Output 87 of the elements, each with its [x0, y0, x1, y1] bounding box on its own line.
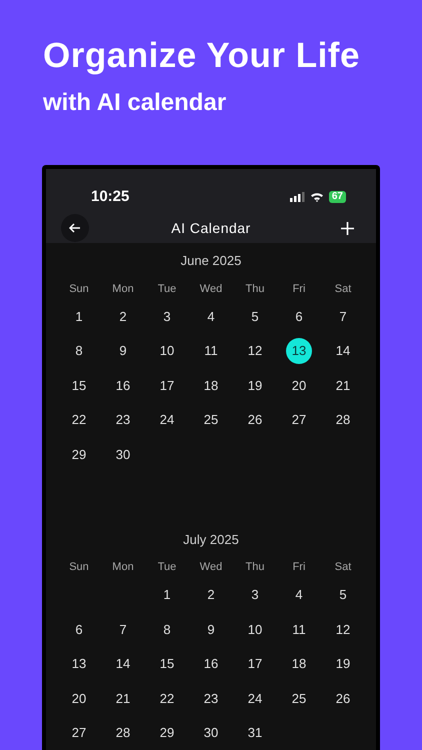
back-button[interactable] — [61, 214, 89, 242]
weekday-label: Wed — [200, 560, 222, 576]
weekday-label: Thu — [246, 282, 264, 297]
day-cell[interactable]: 27 — [66, 720, 92, 746]
day-cell[interactable]: 27 — [286, 406, 312, 433]
day-cell[interactable]: 28 — [110, 720, 136, 746]
day-cell[interactable]: 18 — [286, 650, 312, 677]
day-cell[interactable]: 1 — [66, 303, 92, 330]
status-time: 10:25 — [91, 186, 130, 207]
day-cell[interactable]: 15 — [66, 372, 92, 398]
day-cell[interactable]: 20 — [286, 372, 312, 398]
day-cell[interactable]: 23 — [110, 406, 136, 433]
day-cell[interactable]: 2 — [110, 303, 136, 330]
day-cell[interactable]: 17 — [242, 650, 268, 677]
plus-icon — [340, 222, 354, 234]
day-cell[interactable]: 10 — [242, 616, 268, 642]
day-cell[interactable]: 9 — [110, 338, 136, 364]
day-cell[interactable]: 4 — [286, 582, 312, 608]
day-cell[interactable]: 3 — [242, 582, 268, 608]
day-cell[interactable]: 8 — [66, 338, 92, 364]
day-cell[interactable]: 26 — [330, 685, 356, 712]
day-cell[interactable]: 9 — [198, 616, 224, 642]
day-cell[interactable]: 13 — [66, 650, 92, 677]
month-title: June 2025 — [180, 252, 242, 270]
day-cell[interactable]: 13 — [286, 338, 312, 364]
weekday-label: Sun — [69, 560, 89, 576]
signal-icon — [290, 192, 305, 202]
weekday-label: Tue — [158, 560, 176, 576]
subheadline: with AI calendar — [43, 88, 228, 118]
day-cell[interactable]: 12 — [242, 338, 268, 364]
day-cell[interactable]: 7 — [110, 616, 136, 642]
month-title: July 2025 — [182, 530, 240, 549]
day-cell[interactable]: 23 — [198, 685, 224, 712]
day-cell[interactable]: 3 — [154, 303, 180, 330]
day-cell[interactable]: 5 — [242, 303, 268, 330]
day-cell[interactable]: 19 — [242, 372, 268, 398]
day-cell[interactable]: 26 — [242, 406, 268, 433]
headline: Organize Your Life — [43, 36, 361, 76]
day-cell[interactable]: 14 — [330, 338, 356, 364]
day-cell[interactable]: 16 — [198, 650, 224, 677]
day-cell[interactable]: 29 — [66, 441, 92, 468]
day-cell[interactable]: 20 — [66, 685, 92, 712]
weekday-label: Fri — [292, 560, 306, 576]
day-cell[interactable]: 21 — [330, 372, 356, 398]
weekday-label: Fri — [292, 282, 306, 297]
day-cell[interactable]: 12 — [330, 616, 356, 642]
day-cell[interactable]: 22 — [66, 406, 92, 433]
day-cell[interactable]: 14 — [110, 650, 136, 677]
day-cell[interactable]: 6 — [66, 616, 92, 642]
weekday-label: Thu — [246, 560, 264, 576]
battery-indicator: 67 — [328, 191, 346, 203]
day-cell[interactable]: 28 — [330, 406, 356, 433]
day-cell[interactable]: 10 — [154, 338, 180, 364]
screen-title: AI Calendar — [171, 218, 251, 238]
weekday-label: Tue — [158, 282, 176, 297]
weekday-label: Sat — [334, 560, 352, 576]
weekday-label: Mon — [112, 282, 134, 297]
day-cell[interactable]: 18 — [198, 372, 224, 398]
day-cell[interactable]: 15 — [154, 650, 180, 677]
day-cell[interactable]: 22 — [154, 685, 180, 712]
weekday-label: Sun — [69, 282, 89, 297]
day-cell[interactable]: 19 — [330, 650, 356, 677]
weekday-label: Sat — [334, 282, 352, 297]
weekday-label: Wed — [200, 282, 222, 297]
weekday-label: Mon — [112, 560, 134, 576]
day-cell[interactable]: 8 — [154, 616, 180, 642]
day-cell[interactable]: 25 — [198, 406, 224, 433]
day-cell[interactable]: 2 — [198, 582, 224, 608]
day-cell[interactable]: 31 — [242, 720, 268, 746]
day-cell[interactable]: 6 — [286, 303, 312, 330]
back-arrow-icon — [69, 223, 81, 233]
day-cell[interactable]: 4 — [198, 303, 224, 330]
day-cell[interactable]: 16 — [110, 372, 136, 398]
day-cell[interactable]: 7 — [330, 303, 356, 330]
day-cell[interactable]: 24 — [154, 406, 180, 433]
day-cell[interactable]: 11 — [198, 338, 224, 364]
day-cell[interactable]: 24 — [242, 685, 268, 712]
day-cell[interactable]: 5 — [330, 582, 356, 608]
day-cell[interactable]: 1 — [154, 582, 180, 608]
day-cell[interactable]: 11 — [286, 616, 312, 642]
day-cell[interactable]: 17 — [154, 372, 180, 398]
wifi-icon — [310, 192, 324, 202]
day-cell[interactable]: 21 — [110, 685, 136, 712]
day-cell[interactable]: 29 — [154, 720, 180, 746]
day-cell[interactable]: 25 — [286, 685, 312, 712]
day-cell[interactable]: 30 — [110, 441, 136, 468]
day-cell[interactable]: 30 — [198, 720, 224, 746]
